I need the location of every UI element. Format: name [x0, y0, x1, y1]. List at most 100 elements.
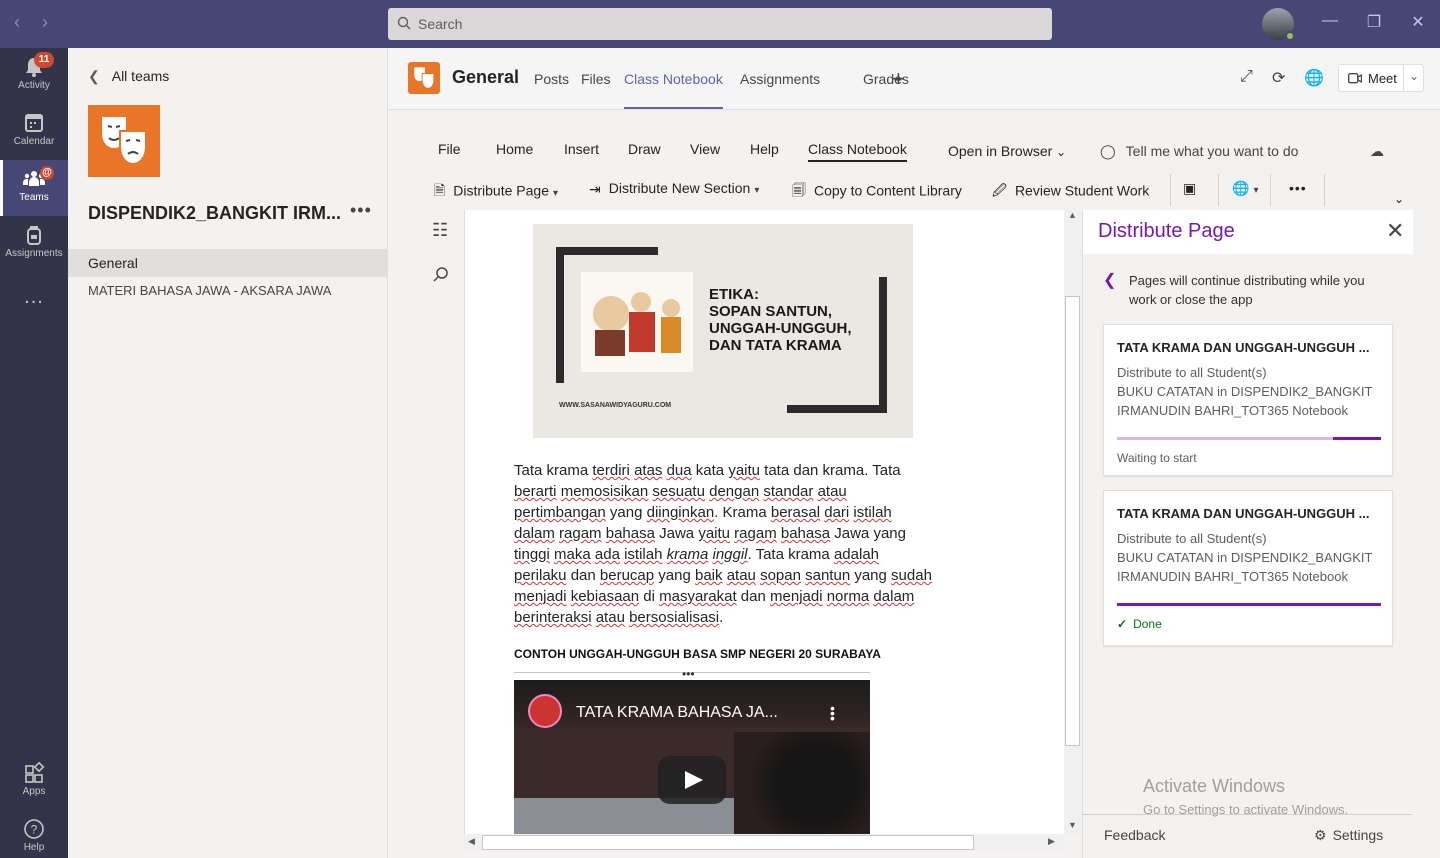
card-line1: Distribute to all Student(s): [1117, 531, 1267, 546]
scroll-up-icon[interactable]: ▲: [1068, 210, 1077, 220]
card-description: Distribute to all Student(s) BUKU CATATAN…: [1117, 363, 1387, 420]
ribbon-tab-draw[interactable]: Draw: [628, 141, 661, 157]
distribute-page-button[interactable]: 🗎 Distribute Page ▾: [434, 180, 558, 204]
distribute-page-label: Distribute Page: [453, 182, 549, 199]
ribbon-tab-help[interactable]: Help: [750, 141, 779, 157]
add-tab-icon[interactable]: +: [892, 66, 905, 92]
search-icon[interactable]: [432, 266, 450, 284]
body-paragraph: Tata krama terdiri atas dua kata yaitu t…: [514, 462, 932, 626]
tell-me-box[interactable]: ◯ Tell me what you want to do: [1100, 143, 1298, 160]
rail-item-more[interactable]: ...: [0, 272, 68, 328]
ribbon-open-in-browser[interactable]: Open in Browser ⌄: [948, 143, 1066, 159]
horizontal-scrollbar[interactable]: ◀ ▶: [464, 834, 1064, 851]
rail-label: Teams: [19, 192, 49, 203]
svg-text:?: ?: [31, 823, 38, 837]
all-teams-label: All teams: [111, 68, 170, 84]
search-input[interactable]: Search: [388, 8, 1052, 40]
image-url: WWW.SASANAWIDYAGURU.COM: [559, 402, 672, 409]
team-name: DISPENDIK2_BANGKIT IRM...: [88, 203, 342, 223]
review-student-work-button[interactable]: 🖉 Review Student Work: [992, 180, 1149, 204]
maximize-icon[interactable]: ❐: [1364, 12, 1384, 32]
frame-bar: [879, 277, 887, 413]
cloud-sync-icon[interactable]: ☁: [1370, 143, 1384, 160]
language-icon[interactable]: 🌐 ▾: [1232, 180, 1258, 204]
card-status-label: Done: [1133, 617, 1162, 631]
rail-item-activity[interactable]: 11 Activity: [0, 48, 68, 104]
video-title[interactable]: TATA KRAMA BAHASA JA...: [576, 704, 778, 722]
scroll-down-icon[interactable]: ▼: [1068, 820, 1077, 830]
chevron-down-icon: ▾: [1253, 185, 1259, 196]
open-in-browser-label: Open in Browser: [948, 143, 1053, 159]
channel-materi[interactable]: MATERI BAHASA JAWA - AKSARA JAWA: [68, 277, 388, 305]
globe-icon[interactable]: 🌐: [1304, 68, 1324, 88]
copy-to-content-library-button[interactable]: 🗐 Copy to Content Library: [792, 180, 962, 204]
rail-item-help[interactable]: ? Help: [0, 810, 68, 858]
panel-info: Pages will continue distributing while y…: [1129, 273, 1365, 307]
video-container-handle[interactable]: •••: [514, 667, 870, 681]
close-icon[interactable]: ✕: [1386, 218, 1404, 244]
meet-label: Meet: [1368, 71, 1397, 86]
close-window-icon[interactable]: ✕: [1408, 12, 1428, 32]
mention-badge: @: [40, 166, 54, 180]
scroll-thumb[interactable]: [1065, 296, 1080, 746]
refresh-icon[interactable]: ⟳: [1272, 68, 1292, 88]
panel-header: Distribute Page ✕: [1083, 210, 1413, 254]
page-canvas[interactable]: ETIKA: SOPAN SANTUN, UNGGAH-UNGGUH, DAN …: [464, 210, 1064, 846]
ribbon-tab-file[interactable]: File: [438, 141, 461, 157]
search-placeholder: Search: [418, 16, 463, 32]
scroll-thumb[interactable]: [482, 835, 974, 850]
more-options-icon[interactable]: •••: [1289, 180, 1307, 204]
distribute-panel: Distribute Page ✕ ❮ Pages will continue …: [1082, 210, 1413, 858]
team-panel: ❮ All teams DISPENDIK2_BANGKIT IRM... •••…: [68, 48, 388, 858]
onenote-icon[interactable]: ▣: [1183, 180, 1196, 204]
ribbon-tab-view[interactable]: View: [690, 141, 720, 157]
all-teams-link[interactable]: ❮ All teams: [88, 68, 169, 85]
video-menu-icon[interactable]: • • •: [830, 701, 835, 725]
tab-class-notebook[interactable]: Class Notebook: [624, 71, 723, 109]
backpack-icon: [27, 226, 41, 245]
more-icon: ...: [24, 286, 44, 308]
check-icon: ✓: [1117, 617, 1128, 631]
rail-item-teams[interactable]: @ Teams: [0, 160, 68, 216]
progress-fill: [1333, 437, 1381, 440]
rail-item-assignments[interactable]: Assignments: [0, 216, 68, 272]
tab-assignments[interactable]: Assignments: [740, 71, 820, 87]
avatar[interactable]: [1262, 8, 1295, 41]
card-description: Distribute to all Student(s) BUKU CATATAN…: [1117, 529, 1387, 586]
channel-logo[interactable]: [528, 694, 562, 728]
back-arrow-icon[interactable]: ‹: [14, 12, 20, 33]
team-more-options-icon[interactable]: •••: [350, 200, 372, 221]
rail-label: Assignments: [5, 248, 63, 259]
rail-item-apps[interactable]: Apps: [0, 754, 68, 810]
distribute-page-icon: 🗎: [434, 182, 446, 198]
tab-files[interactable]: Files: [581, 71, 611, 87]
ribbon-tab-insert[interactable]: Insert: [564, 141, 599, 157]
video-camera-icon: [1348, 73, 1362, 84]
ribbon-tab-class-notebook[interactable]: Class Notebook: [808, 141, 907, 162]
tab-posts[interactable]: Posts: [534, 71, 569, 87]
settings-link[interactable]: ⚙ Settings: [1314, 827, 1383, 844]
minimize-icon[interactable]: —: [1320, 12, 1340, 32]
embedded-video[interactable]: TATA KRAMA BAHASA JA... • • •: [514, 680, 870, 836]
rail-item-calendar[interactable]: Calendar: [0, 104, 68, 160]
forward-arrow-icon[interactable]: ›: [42, 12, 48, 33]
play-button[interactable]: [658, 756, 726, 804]
feedback-link[interactable]: Feedback: [1104, 827, 1165, 843]
expand-icon[interactable]: ⤢: [1240, 68, 1260, 88]
notebook-area: File Home Insert Draw View Help Class No…: [388, 110, 1440, 858]
frame-bar: [556, 247, 658, 255]
card-line2: BUKU CATATAN in DISPENDIK2_BANGKIT IRMAN…: [1117, 550, 1373, 584]
back-chevron-icon[interactable]: ❮: [1103, 270, 1116, 290]
chevron-down-icon[interactable]: ⌄: [1409, 69, 1419, 83]
card-title: TATA KRAMA DAN UNGGAH-UNGGUH ...: [1117, 506, 1370, 521]
notebooks-icon[interactable]: ☷: [432, 220, 448, 241]
frame-bar: [787, 405, 887, 413]
distribute-new-section-button[interactable]: ⇥ Distribute New Section ▾: [589, 180, 759, 204]
video-person: [734, 732, 870, 836]
ribbon-tab-home[interactable]: Home: [496, 141, 533, 157]
scroll-left-icon[interactable]: ◀: [468, 836, 475, 847]
channel-general[interactable]: General: [68, 249, 388, 277]
vertical-scrollbar[interactable]: ▲ ▼: [1064, 210, 1081, 836]
meet-button[interactable]: Meet ⌄: [1338, 64, 1424, 92]
scroll-right-icon[interactable]: ▶: [1048, 836, 1055, 847]
